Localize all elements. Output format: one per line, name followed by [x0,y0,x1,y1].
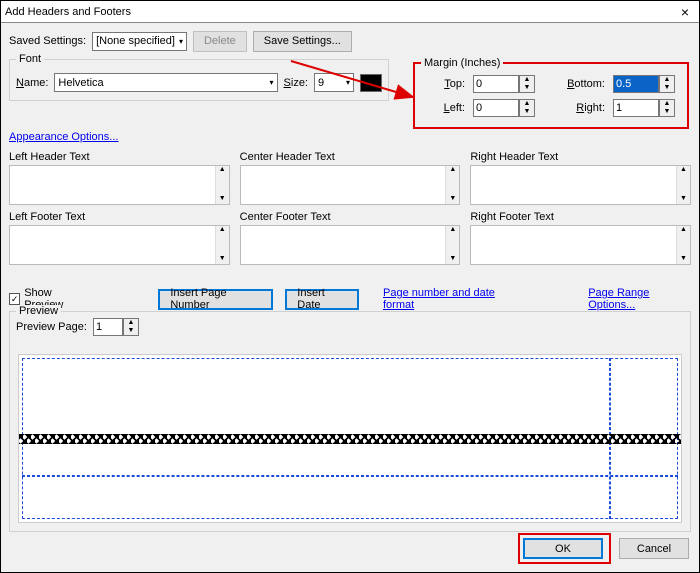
left-header-textarea[interactable] [10,166,215,204]
ok-annotation-box: OK [518,533,611,564]
page-number-date-format-link[interactable]: Page number and date format [383,287,518,311]
center-header-label: Center Header Text [240,151,461,163]
center-footer-label: Center Footer Text [240,211,461,223]
preview-page-content [19,434,681,444]
preview-legend: Preview [16,305,61,317]
chevron-down-icon: ▾ [270,78,274,87]
scroll-up-icon[interactable]: ▲ [677,166,690,175]
ok-button[interactable]: OK [523,538,603,559]
font-group: Font Name: Helvetica ▾ Size: 9 ▾ [9,53,389,101]
appearance-options-link[interactable]: Appearance Options... [9,131,118,143]
page-range-options-link[interactable]: Page Range Options... [588,287,691,311]
margin-right-label: Right: [545,102,605,114]
margin-top-input[interactable] [473,75,519,93]
checkbox-icon: ✓ [9,293,20,305]
center-header-textarea[interactable] [241,166,446,204]
left-footer-label: Left Footer Text [9,211,230,223]
font-size-label: Size: [284,77,308,89]
margin-left-label: Left: [425,102,465,114]
font-name-value: Helvetica [58,77,103,89]
close-icon[interactable]: × [675,4,695,20]
margin-left-spin[interactable]: ▲▼ [473,99,537,117]
font-name-combo[interactable]: Helvetica ▾ [54,73,277,92]
chevron-down-icon: ▾ [179,37,183,46]
cancel-button[interactable]: Cancel [619,538,689,559]
scroll-down-icon[interactable]: ▼ [216,195,229,204]
margin-bottom-spin[interactable]: ▲▼ [613,75,677,93]
saved-settings-label: Saved Settings: [9,35,86,47]
margin-group: Margin (Inches) Top: ▲▼ Bottom: ▲▼ Left:… [413,57,689,129]
scroll-down-icon[interactable]: ▼ [216,255,229,264]
spin-down-icon[interactable]: ▼ [520,108,534,116]
font-size-combo[interactable]: 9 ▾ [314,73,354,92]
font-size-value: 9 [318,77,324,89]
spin-down-icon[interactable]: ▼ [124,327,138,335]
scroll-down-icon[interactable]: ▼ [677,195,690,204]
font-name-label: Name: [16,77,48,89]
margin-right-spin[interactable]: ▲▼ [613,99,677,117]
preview-page-input[interactable] [93,318,123,336]
center-footer-textarea[interactable] [241,226,446,264]
scroll-up-icon[interactable]: ▲ [216,226,229,235]
spin-up-icon[interactable]: ▲ [520,76,534,84]
window-title: Add Headers and Footers [5,6,675,18]
saved-settings-row: Saved Settings: [None specified] ▾ Delet… [9,29,691,53]
preview-group: Preview Preview Page: ▲▼ [9,311,691,532]
margin-bottom-input[interactable] [613,75,659,93]
margin-left-input[interactable] [473,99,519,117]
font-color-swatch[interactable] [360,74,382,92]
insert-date-button[interactable]: Insert Date [285,289,359,310]
right-footer-label: Right Footer Text [470,211,691,223]
header-footer-grid: Left Header Text ▲ ▼ Center Header Text ▲… [9,151,691,265]
margin-top-label: Top: [425,78,465,90]
preview-page-label: Preview Page: [16,321,87,333]
scroll-down-icon[interactable]: ▼ [446,195,459,204]
scroll-up-icon[interactable]: ▲ [446,166,459,175]
options-row: ✓ Show Preview Insert Page Number Insert… [9,287,691,311]
right-footer-textarea[interactable] [471,226,676,264]
dialog-content: Saved Settings: [None specified] ▾ Delet… [1,23,699,572]
scroll-up-icon[interactable]: ▲ [216,166,229,175]
margin-bottom-label: Bottom: [545,78,605,90]
left-footer-textarea[interactable] [10,226,215,264]
margin-legend: Margin (Inches) [421,57,503,69]
scroll-up-icon[interactable]: ▲ [677,226,690,235]
preview-canvas [18,354,682,523]
preview-page-spin[interactable]: ▲▼ [93,318,139,336]
spin-up-icon[interactable]: ▲ [660,76,674,84]
scroll-up-icon[interactable]: ▲ [446,226,459,235]
saved-settings-combo[interactable]: [None specified] ▾ [92,32,187,51]
saved-settings-value: [None specified] [96,35,175,47]
save-settings-button[interactable]: Save Settings... [253,31,352,52]
titlebar: Add Headers and Footers × [1,1,699,23]
left-header-label: Left Header Text [9,151,230,163]
spin-down-icon[interactable]: ▼ [660,84,674,92]
spin-up-icon[interactable]: ▲ [520,100,534,108]
margin-top-spin[interactable]: ▲▼ [473,75,537,93]
margin-right-input[interactable] [613,99,659,117]
right-header-label: Right Header Text [470,151,691,163]
dialog-buttons: OK Cancel [518,533,689,564]
scroll-down-icon[interactable]: ▼ [677,255,690,264]
preview-bottom-margin-line [22,475,678,477]
spin-up-icon[interactable]: ▲ [660,100,674,108]
scroll-down-icon[interactable]: ▼ [446,255,459,264]
chevron-down-icon: ▾ [346,78,350,87]
spin-up-icon[interactable]: ▲ [124,319,138,327]
font-legend: Font [16,53,44,65]
spin-down-icon[interactable]: ▼ [520,84,534,92]
insert-page-number-button[interactable]: Insert Page Number [158,289,273,310]
delete-button: Delete [193,31,247,52]
right-header-textarea[interactable] [471,166,676,204]
spin-down-icon[interactable]: ▼ [660,108,674,116]
